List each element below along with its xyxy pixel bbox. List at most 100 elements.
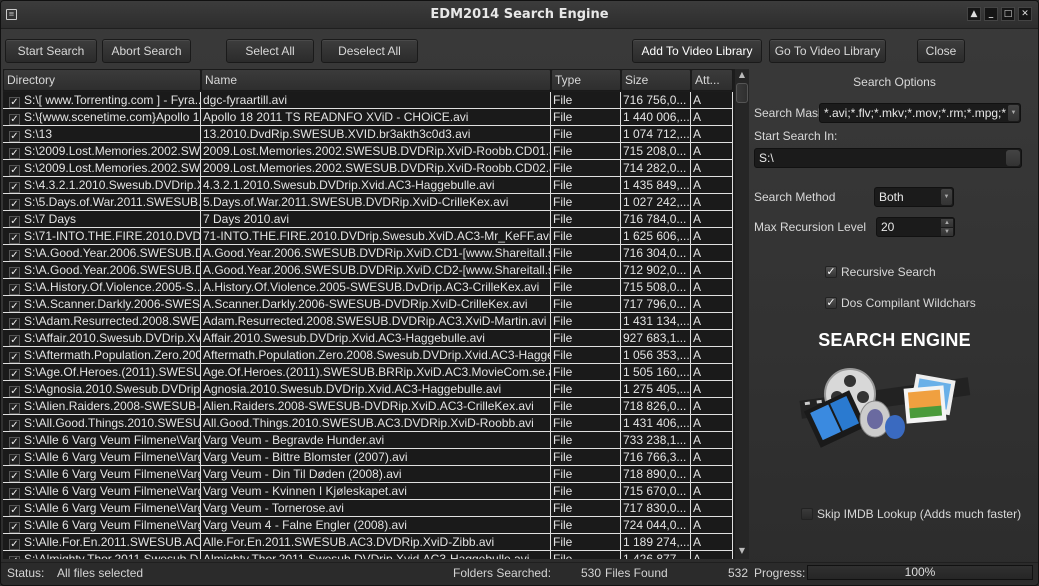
column-header-attributes[interactable]: Att...: [691, 69, 733, 91]
table-row[interactable]: ✓ S:\{www.scenetime.com}Apollo 1... Apollo…: [3, 109, 733, 126]
spin-down-icon[interactable]: ▼: [941, 228, 953, 236]
search-mask-combobox[interactable]: *.avi;*.flv;*.mkv;*.mov;*.rm;*.mpg;* ▼: [819, 103, 1021, 123]
row-checkbox[interactable]: ✓: [9, 386, 20, 397]
start-search-in-input[interactable]: S:\: [754, 148, 1022, 168]
row-checkbox[interactable]: ✓: [9, 505, 20, 516]
select-all-button[interactable]: Select All: [226, 39, 314, 63]
table-row[interactable]: ✓ S:\Alle 6 Varg Veum Filmene\Varg ... Var…: [3, 500, 733, 517]
size-cell: 715 670,0...: [621, 483, 691, 499]
table-row[interactable]: ✓ S:\Age.Of.Heroes.(2011).SWESU... Age.Of.…: [3, 364, 733, 381]
table-row[interactable]: ✓ S:\2009.Lost.Memories.2002.SWE... 2009.L…: [3, 160, 733, 177]
row-checkbox[interactable]: ✓: [9, 335, 20, 346]
status-label: Status:: [7, 566, 45, 580]
table-row[interactable]: ✓ S:\Almighty.Thor.2011.Swesub.D...Almigh…: [3, 551, 733, 559]
search-method-select[interactable]: Both ▼: [874, 187, 954, 207]
column-header-size[interactable]: Size: [621, 69, 691, 91]
table-row[interactable]: ✓ S:\All.Good.Things.2010.SWESUB... All.Go…: [3, 415, 733, 432]
scroll-down-arrow-icon[interactable]: ▼: [735, 546, 749, 558]
row-checkbox[interactable]: ✓: [9, 250, 20, 261]
row-checkbox[interactable]: ✓: [9, 267, 20, 278]
size-cell: 717 796,0...: [621, 296, 691, 312]
close-button[interactable]: Close: [917, 39, 965, 63]
chevron-down-icon[interactable]: ▼: [1008, 105, 1019, 121]
row-checkbox[interactable]: ✓: [9, 199, 20, 210]
chevron-down-icon[interactable]: ▼: [941, 189, 952, 205]
row-checkbox[interactable]: ✓: [9, 284, 20, 295]
skip-imdb-lookup-checkbox[interactable]: Skip IMDB Lookup (Adds much faster): [801, 507, 1021, 521]
table-row[interactable]: ✓ S:\Alle.For.En.2011.SWESUB.AC3... Alle.F…: [3, 534, 733, 551]
row-checkbox[interactable]: ✓: [9, 403, 20, 414]
row-checkbox[interactable]: ✓: [9, 556, 20, 559]
table-row[interactable]: ✓ S:\Alle 6 Varg Veum Filmene\Varg ... Var…: [3, 466, 733, 483]
row-checkbox[interactable]: ✓: [9, 182, 20, 193]
table-row[interactable]: ✓ S:\Alle 6 Varg Veum Filmene\Varg ... Var…: [3, 517, 733, 534]
row-checkbox[interactable]: ✓: [9, 97, 20, 108]
add-to-video-library-button[interactable]: Add To Video Library: [632, 39, 762, 63]
vertical-scrollbar[interactable]: ▲ ▼: [735, 69, 749, 559]
start-search-button[interactable]: Start Search: [5, 39, 97, 63]
directory-cell: ✓ S:\A.History.Of.Violence.2005-S...: [3, 279, 201, 295]
size-cell: 717 830,0...: [621, 500, 691, 516]
table-row[interactable]: ✓ S:\71-INTO.THE.FIRE.2010.DVDri... 71-INT…: [3, 228, 733, 245]
table-row[interactable]: ✓ S:\A.Good.Year.2006.SWESUB.D... A.Good.Y…: [3, 262, 733, 279]
table-row[interactable]: ✓ S:\Alle 6 Varg Veum Filmene\Varg ... Var…: [3, 449, 733, 466]
row-checkbox[interactable]: ✓: [9, 522, 20, 533]
table-row[interactable]: ✓ S:\Alle 6 Varg Veum Filmene\Varg ... Var…: [3, 483, 733, 500]
row-checkbox[interactable]: ✓: [9, 233, 20, 244]
table-row[interactable]: ✓ S:\5.Days.of.War.2011.SWESUB.... 5.Days.…: [3, 194, 733, 211]
spin-up-icon[interactable]: ▲: [941, 219, 953, 227]
max-recursion-spinbox[interactable]: 20 ▲ ▼: [876, 217, 955, 237]
directory-cell: ✓ S:\Agnosia.2010.Swesub.DVDrip....: [3, 381, 201, 397]
table-row[interactable]: ✓ S:\A.Scanner.Darkly.2006-SWESU... A.Scan…: [3, 296, 733, 313]
row-checkbox[interactable]: ✓: [9, 420, 20, 431]
table-row[interactable]: ✓ S:\7 Days 7 Days 2010.avi File 716 784,0..…: [3, 211, 733, 228]
close-window-button[interactable]: ✕: [1018, 7, 1032, 21]
size-cell: 712 902,0...: [621, 262, 691, 278]
row-checkbox[interactable]: ✓: [9, 114, 20, 125]
size-cell: 1 027 242,...: [623, 194, 691, 210]
type-cell: File: [551, 126, 621, 142]
name-cell: Apollo 18 2011 TS READNFO XViD - CHOiCE.…: [201, 109, 551, 125]
table-row[interactable]: ✓ S:\Aftermath.Population.Zero.200... Afte…: [3, 347, 733, 364]
row-checkbox[interactable]: ✓: [9, 216, 20, 227]
table-row[interactable]: ✓ S:\2009.Lost.Memories.2002.SWE... 2009.L…: [3, 143, 733, 160]
table-row[interactable]: ✓ S:\A.History.Of.Violence.2005-S... A.His…: [3, 279, 733, 296]
table-row[interactable]: ✓ S:\A.Good.Year.2006.SWESUB.D... A.Good.Y…: [3, 245, 733, 262]
row-checkbox[interactable]: ✓: [9, 369, 20, 380]
row-checkbox[interactable]: ✓: [9, 437, 20, 448]
column-header-name[interactable]: Name: [201, 69, 551, 91]
row-checkbox[interactable]: ✓: [9, 454, 20, 465]
table-row[interactable]: ✓ S:\Alien.Raiders.2008-SWESUB-D... Alien.…: [3, 398, 733, 415]
column-header-directory[interactable]: Directory: [3, 69, 201, 91]
row-checkbox[interactable]: ✓: [9, 318, 20, 329]
table-row[interactable]: ✓ S:\[ www.Torrenting.com ] - Fyra.... dgc…: [3, 92, 733, 109]
scrollbar-thumb[interactable]: [736, 83, 748, 103]
minimize-button[interactable]: _: [984, 7, 998, 21]
column-header-type[interactable]: Type: [551, 69, 621, 91]
row-checkbox[interactable]: ✓: [9, 148, 20, 159]
name-cell: Age.Of.Heroes.(2011).SWESUB.BRRip.XviD.A…: [203, 364, 551, 380]
dos-compliant-wildchars-checkbox[interactable]: ✓ Dos Compilant Wildchars: [825, 296, 976, 310]
row-checkbox[interactable]: ✓: [9, 131, 20, 142]
row-checkbox[interactable]: ✓: [9, 352, 20, 363]
go-to-video-library-button[interactable]: Go To Video Library: [769, 39, 886, 63]
row-checkbox[interactable]: ✓: [9, 471, 20, 482]
row-checkbox[interactable]: ✓: [9, 301, 20, 312]
table-row[interactable]: ✓ S:\Alle 6 Varg Veum Filmene\Varg ... Var…: [3, 432, 733, 449]
row-checkbox[interactable]: ✓: [9, 488, 20, 499]
table-row[interactable]: ✓ S:\4.3.2.1.2010.Swesub.DVDrip.X... 4.3.2…: [3, 177, 733, 194]
table-row[interactable]: ✓ S:\13 13.2010.DvdRip.SWESUB.XVID.br3akth…: [3, 126, 733, 143]
progress-label: Progress:: [754, 566, 806, 580]
rollup-button[interactable]: ▲: [967, 7, 981, 21]
table-row[interactable]: ✓ S:\Adam.Resurrected.2008.SWES... Adam.Re…: [3, 313, 733, 330]
deselect-all-button[interactable]: Deselect All: [321, 39, 418, 63]
table-row[interactable]: ✓ S:\Affair.2010.Swesub.DVDrip.Xvi... Affa…: [3, 330, 733, 347]
scroll-up-arrow-icon[interactable]: ▲: [735, 70, 749, 82]
row-checkbox[interactable]: ✓: [9, 165, 20, 176]
maximize-button[interactable]: □: [1001, 7, 1015, 21]
abort-search-button[interactable]: Abort Search: [102, 39, 191, 63]
table-row[interactable]: ✓ S:\Agnosia.2010.Swesub.DVDrip.... Agnosi…: [3, 381, 733, 398]
recursive-search-checkbox[interactable]: ✓ Recursive Search: [825, 265, 936, 279]
browse-button[interactable]: [1006, 150, 1020, 166]
row-checkbox[interactable]: ✓: [9, 539, 20, 550]
